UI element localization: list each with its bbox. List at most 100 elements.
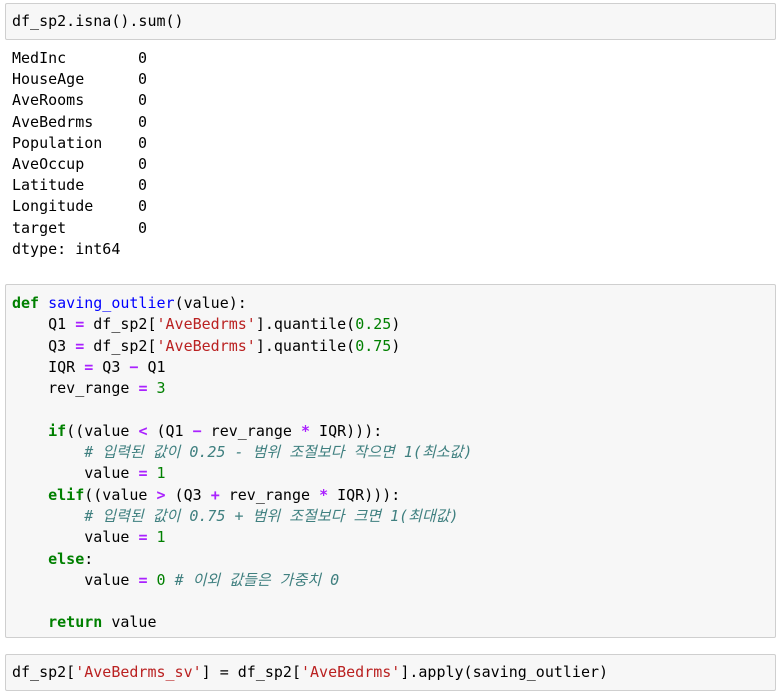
code-line: Q3 = df_sp2['AveBedrms'].quantile(0.75) (6, 336, 775, 357)
code-cell-isna[interactable]: df_sp2.isna().sum() (5, 3, 776, 40)
keyword-else: else (48, 549, 85, 568)
output-row-value: 0 (138, 218, 148, 237)
cell-output: MedInc 0 HouseAge 0 AveRooms 0 AveBedrms 0 P… (12, 48, 312, 260)
code-token: IQR (48, 357, 85, 376)
output-row-name: Longitude (12, 197, 94, 216)
code-token: value (84, 570, 139, 589)
operator: = (138, 379, 148, 398)
operator: = (84, 357, 94, 376)
output-row-value: 0 (138, 49, 148, 67)
number-literal: 0.75 (355, 336, 392, 355)
code-line: elif((value > (Q3 + rev_range * IQR))): (6, 485, 775, 506)
code-token: df_sp2[ (84, 315, 157, 334)
code-line: def saving_outlier(value): (6, 293, 775, 314)
number-literal: 1 (156, 464, 166, 483)
output-row-value: 0 (138, 133, 148, 152)
code-token: : (84, 549, 94, 568)
operator: = (75, 315, 85, 334)
string-literal: 'AveBedrms_sv' (75, 663, 202, 681)
output-row-value: 0 (138, 91, 148, 110)
operator: + (210, 485, 220, 504)
output-row-name: AveRooms (12, 91, 85, 110)
output-row-name: target (12, 218, 67, 237)
string-literal: 'AveBedrms' (156, 315, 256, 334)
code-line: else: (6, 549, 775, 570)
code-token: value (84, 528, 139, 547)
code-line: value = 0 # 이외 값들은 가중치 0 (6, 570, 775, 591)
output-row-name: Latitude (12, 176, 85, 195)
code-token: Q1 (138, 357, 166, 376)
operator: = (138, 528, 148, 547)
code-token: Q3 (48, 336, 76, 355)
output-row-name: AveBedrms (12, 112, 94, 131)
output-row: Longitude 0 (12, 196, 312, 217)
code-token: df_sp2[ (84, 336, 157, 355)
output-row-name: Population (12, 133, 103, 152)
code-token: Q1 (48, 315, 76, 334)
operator: > (156, 485, 166, 504)
number-literal: 3 (156, 379, 166, 398)
code-token: (Q1 (147, 421, 193, 440)
code-token: rev_range (201, 421, 301, 440)
code-line: df_sp2['AveBedrms_sv'] = df_sp2['AveBedr… (6, 662, 775, 683)
code-token: df_sp2[ (12, 663, 76, 681)
code-token: ((value (84, 485, 157, 504)
code-line: value = 1 (6, 463, 775, 484)
output-row: Latitude 0 (12, 175, 312, 196)
operator: * (301, 421, 311, 440)
output-row: MedInc 0 (12, 48, 312, 69)
code-line: Q1 = df_sp2['AveBedrms'].quantile(0.25) (6, 314, 775, 335)
code-token: rev_range (48, 379, 139, 398)
function-params: (value): (174, 294, 247, 312)
code-line: df_sp2.isna().sum() (12, 12, 184, 30)
operator: = (75, 336, 85, 355)
keyword-def: def (12, 294, 40, 312)
code-token: ((value (66, 421, 139, 440)
code-line: # 입력된 값이 0.25 - 범위 조절보다 작으면 1(최소값) (6, 442, 775, 463)
code-token: Q3 (93, 357, 130, 376)
operator: * (319, 485, 329, 504)
output-row: Population 0 (12, 133, 312, 154)
output-row: AveOccup 0 (12, 154, 312, 175)
operator: = (138, 464, 148, 483)
code-line: value = 1 (6, 527, 775, 548)
output-row-value: 0 (138, 112, 148, 131)
keyword-elif: elif (48, 485, 85, 504)
keyword-return: return (48, 613, 103, 632)
output-row-name: HouseAge (12, 70, 85, 89)
code-comment: # 이외 값들은 가중치 0 (174, 570, 340, 589)
number-literal: 1 (156, 528, 166, 547)
code-token: ] = df_sp2[ (201, 663, 301, 681)
output-dtype: dtype: int64 (12, 239, 121, 258)
code-comment: # 입력된 값이 0.25 - 범위 조절보다 작으면 1(최소값) (84, 443, 473, 462)
output-row-value: 0 (138, 176, 148, 195)
code-token: rev_range (219, 485, 320, 504)
code-token: value (102, 613, 157, 632)
code-token: IQR))): (328, 485, 401, 504)
code-token: ) (391, 315, 401, 334)
code-line: if((value < (Q1 − rev_range * IQR))): (6, 421, 775, 442)
code-token: (Q3 (165, 485, 211, 504)
code-cell-saving-outlier[interactable]: def saving_outlier(value): Q1 = df_sp2['… (5, 284, 776, 638)
string-literal: 'AveBedrms' (156, 336, 256, 355)
output-row: AveBedrms 0 (12, 112, 312, 133)
number-literal: 0 (156, 570, 166, 589)
keyword-if: if (48, 421, 67, 440)
code-token: IQR))): (310, 421, 383, 440)
output-row-name: AveOccup (12, 154, 85, 173)
operator: − (192, 421, 202, 440)
code-cell-apply[interactable]: df_sp2['AveBedrms_sv'] = df_sp2['AveBedr… (5, 654, 776, 691)
code-token: ].quantile( (255, 336, 356, 355)
output-row-value: 0 (138, 70, 148, 89)
code-line: # 입력된 값이 0.75 + 범위 조절보다 크면 1(최대값) (6, 506, 775, 527)
code-token: ) (391, 336, 401, 355)
output-row-name: MedInc (12, 49, 67, 67)
code-token: value (84, 464, 139, 483)
number-literal: 0.25 (355, 315, 392, 334)
code-line: IQR = Q3 − Q1 (6, 357, 775, 378)
output-row: target 0 (12, 218, 312, 239)
code-comment: # 입력된 값이 0.75 + 범위 조절보다 크면 1(최대값) (84, 506, 459, 525)
output-row-value: 0 (138, 154, 148, 173)
